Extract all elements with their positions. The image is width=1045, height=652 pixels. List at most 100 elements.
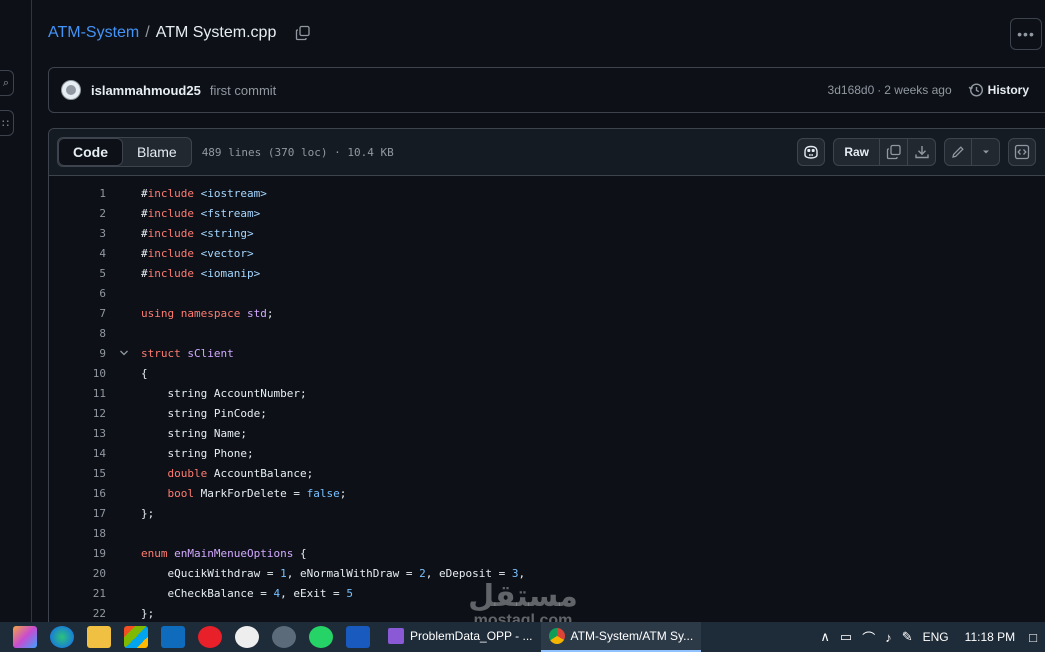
code-line[interactable]: 17}; (49, 503, 1045, 523)
line-number[interactable]: 18 (49, 527, 106, 540)
code-panel-button[interactable]: ∷ (0, 110, 14, 136)
line-number[interactable]: 5 (49, 267, 106, 280)
code-line[interactable]: 19 enum enMainMenueOptions { (49, 543, 1045, 563)
code-view[interactable]: 1 #include <iostream> 2 #include <fstream> 3… (49, 176, 1045, 623)
copilot-button[interactable] (797, 138, 826, 166)
search-icon: ⌕ (2, 76, 9, 89)
code-line[interactable]: 6 (49, 283, 1045, 303)
code-line[interactable]: 14 string Phone; (49, 443, 1045, 463)
code-line[interactable]: 2 #include <fstream> (49, 203, 1045, 223)
tab-code[interactable]: Code (58, 138, 123, 166)
whatsapp-icon[interactable] (309, 626, 333, 648)
code-text: #include <fstream> (141, 206, 261, 220)
edge-icon[interactable] (50, 626, 74, 648)
fold-chevron-icon[interactable] (106, 348, 141, 358)
line-number[interactable]: 11 (49, 387, 106, 400)
line-number[interactable]: 2 (49, 207, 106, 220)
clock[interactable]: 11:18 PM (965, 630, 1015, 644)
avatar[interactable] (61, 80, 81, 100)
download-button[interactable] (908, 138, 936, 166)
line-number[interactable]: 15 (49, 467, 106, 480)
line-number[interactable]: 16 (49, 487, 106, 500)
system-tray: ∧ ▭ ⌒ ♪ ✎ ENG 11:18 PM □ (820, 628, 1045, 647)
symbols-panel-button[interactable] (1008, 138, 1036, 166)
left-sidebar-rail: ⌕ ∷ (0, 0, 32, 622)
line-number[interactable]: 22 (49, 607, 106, 620)
code-line[interactable]: 8 (49, 323, 1045, 343)
line-number[interactable]: 10 (49, 367, 106, 380)
whatsapp-desktop-icon[interactable] (235, 626, 259, 648)
line-number[interactable]: 12 (49, 407, 106, 420)
wifi-icon[interactable]: ⌒ (862, 628, 875, 647)
input-language[interactable]: ENG (923, 630, 949, 644)
line-number[interactable]: 21 (49, 587, 106, 600)
file-info: 489 lines (370 loc) · 10.4 KB (201, 145, 394, 159)
triangle-down-icon (982, 150, 989, 154)
code-line[interactable]: 1 #include <iostream> (49, 183, 1045, 203)
volume-icon[interactable]: ♪ (885, 630, 892, 645)
battery-icon[interactable]: ▭ (840, 629, 852, 645)
chrome-profile-icon[interactable] (272, 626, 296, 648)
word-icon[interactable] (346, 626, 370, 648)
commit-sha[interactable]: 3d168d0 (828, 83, 875, 97)
code-line[interactable]: 3 #include <string> (49, 223, 1045, 243)
chevron-up-icon[interactable]: ∧ (820, 629, 830, 645)
line-number[interactable]: 1 (49, 187, 106, 200)
code-line[interactable]: 11 string AccountNumber; (49, 383, 1045, 403)
line-number[interactable]: 14 (49, 447, 106, 460)
code-line[interactable]: 7 using namespace std; (49, 303, 1045, 323)
taskbar-app-visual-studio[interactable]: ProblemData_OPP - ... (380, 622, 541, 652)
copy-icon (296, 25, 310, 41)
tree-icon: ∷ (2, 117, 9, 130)
copy-raw-button[interactable] (880, 138, 908, 166)
taskbar-app-label: ProblemData_OPP - ... (410, 629, 533, 643)
tab-blame[interactable]: Blame (123, 138, 191, 166)
line-number[interactable]: 20 (49, 567, 106, 580)
search-button[interactable]: ⌕ (0, 70, 14, 96)
store-icon[interactable] (124, 626, 148, 648)
copilot-taskbar-icon[interactable] (13, 626, 37, 648)
code-line[interactable]: 16 bool MarkForDelete = false; (49, 483, 1045, 503)
code-line[interactable]: 13 string Name; (49, 423, 1045, 443)
taskbar-app-chrome[interactable]: ATM-System/ATM Sy... (540, 622, 702, 652)
code-line[interactable]: 12 string PinCode; (49, 403, 1045, 423)
pen-icon[interactable]: ✎ (902, 629, 913, 645)
commit-meta: 3d168d0 · 2 weeks ago (828, 83, 952, 97)
code-line[interactable]: 10 { (49, 363, 1045, 383)
code-line[interactable]: 4 #include <vector> (49, 243, 1045, 263)
commit-message[interactable]: first commit (210, 83, 276, 98)
file-header: Code Blame 489 lines (370 loc) · 10.4 KB… (49, 129, 1045, 176)
notification-icon[interactable]: □ (1029, 630, 1037, 645)
line-number[interactable]: 13 (49, 427, 106, 440)
code-line[interactable]: 5 #include <iomanip> (49, 263, 1045, 283)
line-number[interactable]: 7 (49, 307, 106, 320)
line-number[interactable]: 8 (49, 327, 106, 340)
visual-studio-icon (388, 628, 404, 644)
latest-commit-bar: islammahmoud25 first commit 3d168d0 · 2 … (48, 67, 1045, 113)
line-number[interactable]: 4 (49, 247, 106, 260)
copy-icon (886, 144, 901, 160)
line-number[interactable]: 17 (49, 507, 106, 520)
copy-path-button[interactable] (294, 24, 312, 42)
code-text: struct sClient (141, 346, 234, 360)
outlook-icon[interactable] (161, 626, 185, 648)
breadcrumb-repo-link[interactable]: ATM-System (48, 24, 139, 42)
code-line[interactable]: 15 double AccountBalance; (49, 463, 1045, 483)
edit-dropdown-button[interactable] (972, 138, 1000, 166)
line-number[interactable]: 3 (49, 227, 106, 240)
history-button[interactable]: History (968, 82, 1029, 98)
code-text: double AccountBalance; (167, 466, 314, 480)
line-number[interactable]: 6 (49, 287, 106, 300)
raw-button[interactable]: Raw (833, 138, 880, 166)
code-line[interactable]: 9 struct sClient (49, 343, 1045, 363)
commit-author[interactable]: islammahmoud25 (91, 83, 201, 98)
edit-button[interactable] (944, 138, 972, 166)
more-options-button[interactable]: ••• (1010, 18, 1042, 50)
code-line[interactable]: 18 (49, 523, 1045, 543)
line-number[interactable]: 9 (49, 347, 106, 360)
chrome-icon (548, 628, 565, 644)
line-number[interactable]: 19 (49, 547, 106, 560)
opera-icon[interactable] (198, 626, 222, 648)
code-text: }; (141, 606, 155, 620)
file-explorer-icon[interactable] (87, 626, 111, 648)
